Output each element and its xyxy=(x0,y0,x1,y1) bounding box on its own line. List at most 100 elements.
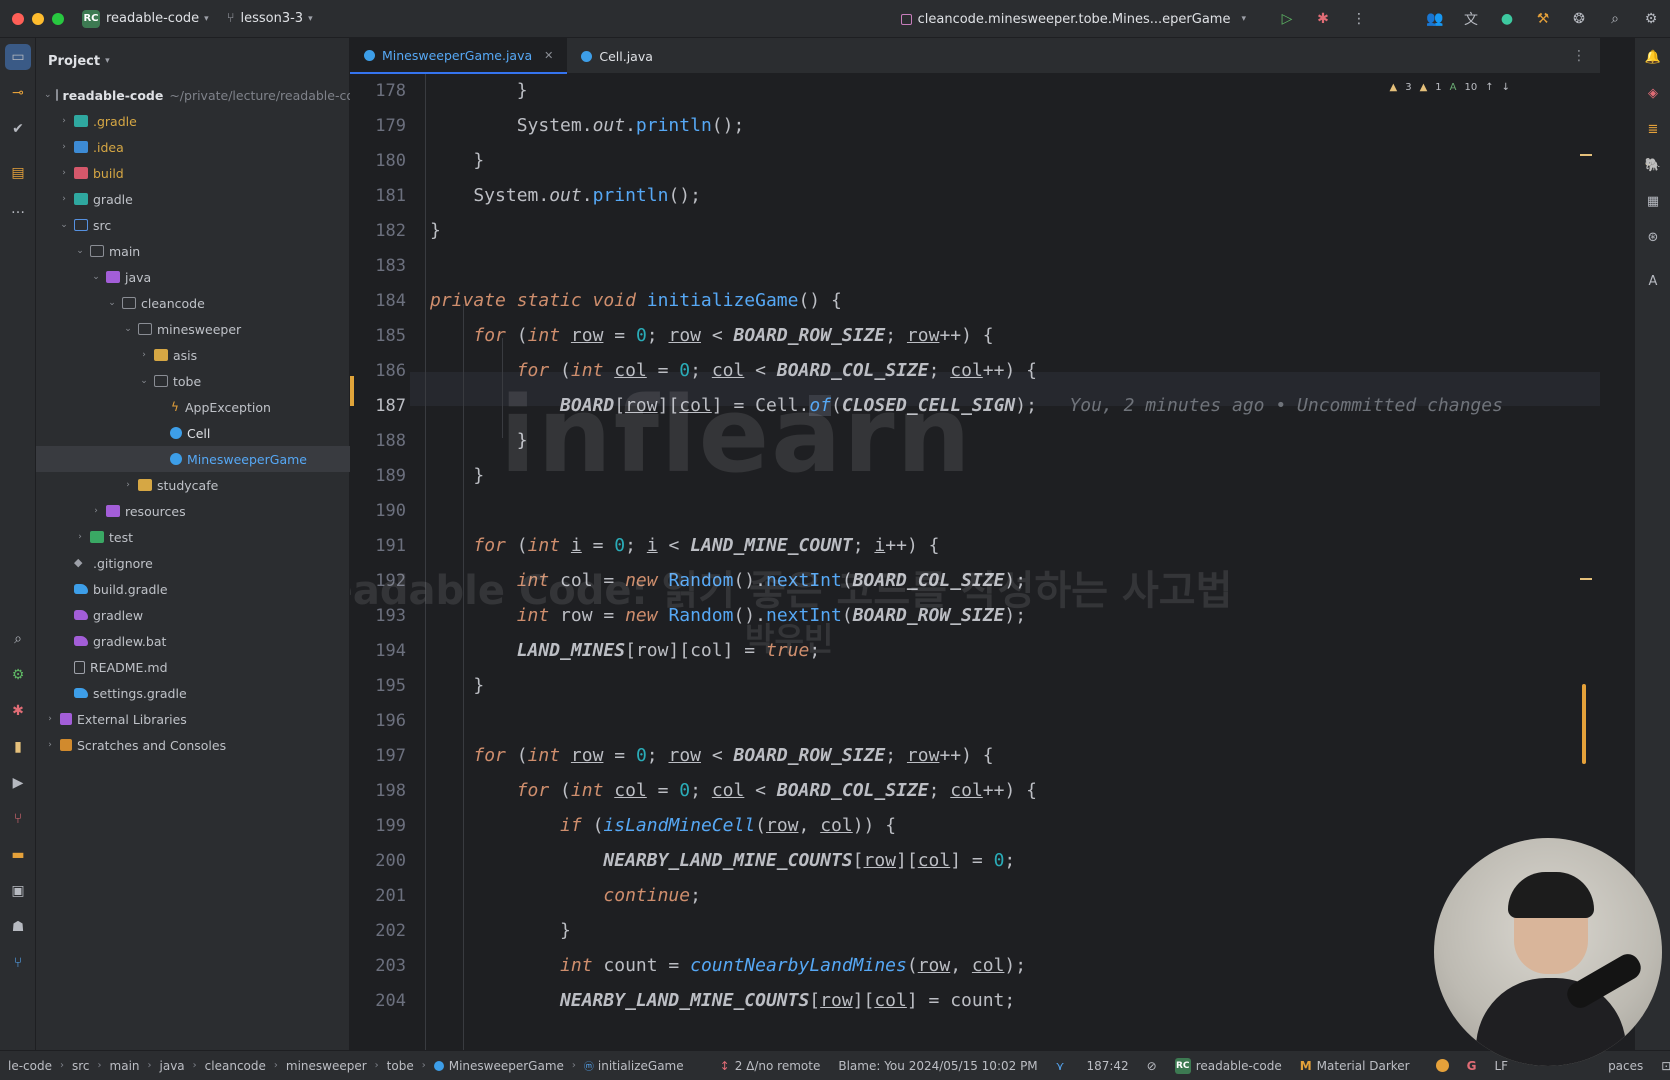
vcs-status[interactable]: ↕ 2 Δ/no remote xyxy=(720,1059,821,1073)
chevron-down-icon[interactable]: ⌄ xyxy=(90,272,102,282)
tree-item-selected[interactable]: MinesweeperGame xyxy=(36,446,350,472)
code-line[interactable]: int count = countNearbyLandMines(row, co… xyxy=(430,955,1026,976)
chevron-down-icon[interactable]: ⌄ xyxy=(44,90,52,100)
code-line[interactable]: for (int row = 0; row < BOARD_ROW_SIZE; … xyxy=(430,745,993,766)
caret-position[interactable]: 187:42 xyxy=(1086,1059,1128,1073)
line-number[interactable]: 195 xyxy=(350,676,406,696)
tree-item[interactable]: Cell xyxy=(36,420,350,446)
tree-item[interactable]: › test xyxy=(36,524,350,550)
pull-requests-icon[interactable]: ✔ xyxy=(9,120,27,138)
breadcrumb-item[interactable]: cleancode xyxy=(205,1059,266,1073)
notifications-icon[interactable]: 🔔 xyxy=(1644,48,1662,66)
code-line[interactable]: NEARBY_LAND_MINE_COUNTS[row][col] = coun… xyxy=(430,990,1015,1011)
tree-item[interactable]: › build xyxy=(36,160,350,186)
tree-item[interactable]: › .gradle xyxy=(36,108,350,134)
tree-item[interactable]: ⌄ minesweeper xyxy=(36,316,350,342)
minimize-window-button[interactable] xyxy=(32,12,44,25)
code-editor[interactable]: ▲ 3 ▲ 1 A 10 ↑ ↓ 178 179 180 181 182 183 18… xyxy=(350,74,1600,1050)
status-indicator-icon[interactable] xyxy=(1435,1059,1449,1072)
code-line[interactable]: for (int row = 0; row < BOARD_ROW_SIZE; … xyxy=(430,325,993,346)
tree-item[interactable]: ⌄ cleancode xyxy=(36,290,350,316)
tree-item[interactable]: ⌄ java xyxy=(36,264,350,290)
ai-assistant-icon[interactable]: ● xyxy=(1498,10,1516,28)
blame-status[interactable]: Blame: You 2024/05/15 10:02 PM xyxy=(838,1059,1037,1073)
line-number[interactable]: 198 xyxy=(350,781,406,801)
line-number[interactable]: 190 xyxy=(350,501,406,521)
project-status[interactable]: RC readable-code xyxy=(1174,1057,1282,1074)
tree-item[interactable]: ◆ .gitignore xyxy=(36,550,350,576)
tree-item[interactable]: settings.gradle xyxy=(36,680,350,706)
chevron-right-icon[interactable]: › xyxy=(44,740,56,750)
chevron-right-icon[interactable]: › xyxy=(58,168,70,178)
settings-icon[interactable]: ⚙ xyxy=(1642,10,1660,28)
line-number[interactable]: 196 xyxy=(350,711,406,731)
line-number[interactable]: 182 xyxy=(350,221,406,241)
lock-icon[interactable]: ⊡ xyxy=(1661,1059,1670,1073)
commit-tool-icon[interactable]: ⊸ xyxy=(9,84,27,102)
line-number[interactable]: 179 xyxy=(350,116,406,136)
find-tool-icon[interactable]: ⌕ xyxy=(9,630,27,648)
line-number[interactable]: 184 xyxy=(350,291,406,311)
code-line[interactable]: for (int i = 0; i < LAND_MINE_COUNT; i++… xyxy=(430,535,939,556)
code-line[interactable]: for (int col = 0; col < BOARD_COL_SIZE; … xyxy=(430,780,1037,801)
branch-switcher[interactable]: lesson3-3 xyxy=(241,11,304,26)
inspection-widget[interactable]: ▲ 3 ▲ 1 A 10 ↑ ↓ xyxy=(1389,82,1510,93)
tree-item[interactable]: › Scratches and Consoles xyxy=(36,732,350,758)
no-ai-icon[interactable]: ⊘ xyxy=(1147,1059,1157,1073)
tree-item[interactable]: › resources xyxy=(36,498,350,524)
chevron-down-icon[interactable]: ⌄ xyxy=(138,376,150,386)
breadcrumb-item[interactable]: MinesweeperGame xyxy=(449,1059,564,1073)
scroll-marker[interactable] xyxy=(1580,578,1592,580)
database-tool-icon[interactable]: ▮ xyxy=(9,738,27,756)
more-actions-icon[interactable]: ⋮ xyxy=(1350,10,1368,28)
breadcrumb-item[interactable]: java xyxy=(160,1059,185,1073)
gradle-icon[interactable]: 🐘 xyxy=(1644,156,1662,174)
tab-actions-icon[interactable]: ⋮ xyxy=(1572,48,1586,64)
chevron-down-icon[interactable]: ⌄ xyxy=(58,220,70,230)
todo-tool-icon[interactable]: ▬ xyxy=(9,846,27,864)
breadcrumb-item[interactable]: minesweeper xyxy=(286,1059,367,1073)
debug-tool-icon[interactable]: ✱ xyxy=(9,702,27,720)
scroll-marker[interactable] xyxy=(1580,154,1592,156)
code-line[interactable]: } xyxy=(430,675,484,696)
line-number[interactable]: 180 xyxy=(350,151,406,171)
tree-item[interactable]: ⌄ tobe xyxy=(36,368,350,394)
ai-status-icon[interactable]: ⋎ xyxy=(1056,1059,1065,1073)
breadcrumb-item[interactable]: initializeGame xyxy=(598,1059,684,1073)
maximize-window-button[interactable] xyxy=(52,12,64,25)
line-number[interactable]: 201 xyxy=(350,886,406,906)
breadcrumb-item[interactable]: le-code xyxy=(8,1059,52,1073)
project-tool-icon[interactable]: ▭ xyxy=(5,44,31,70)
tree-item[interactable]: gradlew.bat xyxy=(36,628,350,654)
code-line[interactable]: } xyxy=(430,920,571,941)
code-line[interactable]: System.out.println(); xyxy=(430,115,745,136)
chevron-down-icon[interactable]: ⌄ xyxy=(74,246,86,256)
line-number[interactable]: 194 xyxy=(350,641,406,661)
chevron-down-icon[interactable]: ⌄ xyxy=(122,324,134,334)
breadcrumb-item[interactable]: main xyxy=(110,1059,140,1073)
more-tools-icon[interactable]: … xyxy=(9,200,27,218)
chevron-right-icon[interactable]: › xyxy=(58,194,70,204)
chevron-right-icon[interactable]: › xyxy=(44,714,56,724)
tree-item[interactable]: ϟ AppException xyxy=(36,394,350,420)
code-line[interactable]: NEARBY_LAND_MINE_COUNTS[row][col] = 0; xyxy=(430,850,1015,871)
code-line[interactable]: } xyxy=(430,80,528,101)
code-line[interactable]: } xyxy=(430,220,441,241)
line-number[interactable]: 183 xyxy=(350,256,406,276)
tree-item[interactable]: README.md xyxy=(36,654,350,680)
tab-minesweepergame[interactable]: MinesweeperGame.java ✕ xyxy=(350,38,568,74)
terminal-tool-icon[interactable]: ▣ xyxy=(9,882,27,900)
run-configuration-selector[interactable]: cleancode.minesweeper.tobe.Mines...eperG… xyxy=(900,12,1246,27)
version-control-icon[interactable]: ⑂ xyxy=(9,954,27,972)
line-number[interactable]: 202 xyxy=(350,921,406,941)
chevron-right-icon[interactable]: › xyxy=(58,142,70,152)
tree-item[interactable]: gradlew xyxy=(36,602,350,628)
google-icon[interactable]: G xyxy=(1467,1059,1477,1073)
line-number[interactable]: 191 xyxy=(350,536,406,556)
build-tools-icon[interactable]: ⚒ xyxy=(1534,10,1552,28)
tree-item[interactable]: ⌄ main xyxy=(36,238,350,264)
plugin-icon[interactable]: ❂ xyxy=(1570,10,1588,28)
breadcrumb-item[interactable]: tobe xyxy=(387,1059,414,1073)
line-number[interactable]: 187 xyxy=(350,396,406,416)
translate-icon[interactable]: 文 xyxy=(1462,10,1480,28)
